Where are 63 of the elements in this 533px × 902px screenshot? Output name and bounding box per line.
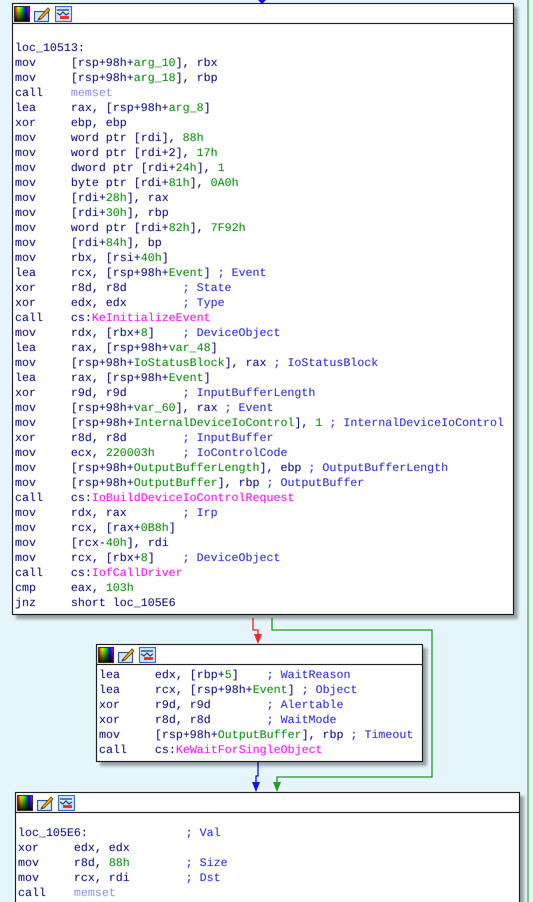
- code-line: lea rax, [rsp+98h+var_48]: [15, 341, 219, 356]
- code-line: call memset: [18, 886, 117, 901]
- code-line: mov rbx, [rsi+40h]: [15, 251, 170, 266]
- code-line: mov [rsp+98h+var_60], rax ; Event: [15, 401, 274, 416]
- code-line: mov rcx, [rax+0B8h]: [15, 521, 177, 536]
- pencil-icon[interactable]: [37, 794, 54, 810]
- code-line: mov word ptr [rdi+2], 17h: [15, 146, 219, 161]
- code-line: mov [rsp+98h+OutputBufferLength], ebp ; OutputBufferLength: [15, 461, 450, 476]
- code-line: lea rax, [rsp+98h+arg_8]: [15, 101, 212, 116]
- code-line: mov [rsp+98h+InternalDeviceIoControl], 1 ; InternalDeviceIoControl: [15, 416, 506, 431]
- graph-node[interactable]: [12, 3, 514, 615]
- graph-node[interactable]: lea edx, [rbp+5] ; WaitReason lea rcx, [rsp+98h+Event] ; Object xor r9d, r9d ; Alertable xor r8d, r8d ; WaitMode mov [rsp+98h+OutputBuffer], rbp ; Timeout call cs:KeWaitForSingleObject: [96, 644, 423, 762]
- edge-arrow: [252, 762, 260, 792]
- code-line: mov ecx, 220003h ; IoControlCode: [15, 446, 288, 461]
- color-palette-icon[interactable]: [14, 6, 30, 22]
- code-line: mov r8d, 88h ; Size: [18, 856, 229, 871]
- code-line: mov [rsp+98h+OutputBuffer], rbp ; Timeout: [99, 728, 414, 743]
- code-line: call cs:IofCallDriver: [15, 566, 184, 581]
- pencil-icon[interactable]: [34, 6, 51, 22]
- code-line: mov rcx, [rbx+8] ; DeviceObject: [15, 551, 282, 566]
- code-label: loc_105E6: ; Val: [18, 826, 222, 841]
- color-palette-icon[interactable]: [17, 794, 33, 810]
- graph-icon[interactable]: [139, 646, 156, 662]
- code-line: xor r8d, r8d ; State: [15, 281, 233, 296]
- code-line: lea rax, [rsp+98h+Event]: [15, 371, 212, 386]
- code-line: mov [rsp+98h+OutputBuffer], rbp ; OutputBuffer: [15, 476, 366, 491]
- code-line: mov [rdi+28h], rax: [15, 191, 170, 206]
- code-line: xor ebp, ebp: [15, 116, 128, 131]
- code-line: mov rdx, [rbx+8] ; DeviceObject: [15, 326, 282, 341]
- code-line: jnz short loc_105E6: [15, 596, 177, 611]
- code-line: mov rcx, rdi ; Dst: [18, 871, 222, 886]
- code-line: mov byte ptr [rdi+81h], 0A0h: [15, 176, 240, 191]
- code-line: call memset: [15, 86, 114, 101]
- code-line: mov [rsp+98h+arg_18], rbp: [15, 71, 219, 86]
- graph-node[interactable]: loc_105E6: ; Val xor edx, edx mov r8d, 88h ; Size mov rcx, rdi ; Dst call memset: [15, 792, 520, 902]
- code-line: mov [rdi+30h], rbp: [15, 206, 170, 221]
- code-line: xor r9d, r9d ; Alertable: [99, 698, 344, 713]
- code-line: mov rdx, rax ; Irp: [15, 506, 219, 521]
- code-line: xor edx, edx ; Type: [15, 296, 226, 311]
- code-line: call cs:KeInitializeEvent: [15, 311, 212, 326]
- graph-icon[interactable]: [55, 6, 72, 22]
- code-line: lea rcx, [rsp+98h+Event] ; Object: [99, 683, 358, 698]
- code-line: call cs:KeWaitForSingleObject: [99, 743, 324, 758]
- code-line: xor r9d, r9d ; InputBufferLength: [15, 386, 316, 401]
- code-line: mov [rdi+84h], bp: [15, 236, 163, 251]
- code-line: mov [rcx-40h], rdi: [15, 536, 170, 551]
- color-palette-icon[interactable]: [98, 646, 114, 662]
- code-line: mov word ptr [rdi], 88h: [15, 131, 205, 146]
- code-line: lea rcx, [rsp+98h+Event] ; Event: [15, 266, 268, 281]
- code-line: xor r8d, r8d ; WaitMode: [99, 713, 338, 728]
- code-line: mov [rsp+98h+IoStatusBlock], rax ; IoStatusBlock: [15, 356, 380, 371]
- code-line: lea edx, [rbp+5] ; WaitReason: [99, 668, 352, 683]
- code-line: call cs:IoBuildDeviceIoControlRequest: [15, 491, 296, 506]
- code-label: loc_10513:: [15, 41, 86, 56]
- code-line: mov word ptr [rdi+82h], 7F92h: [15, 221, 247, 236]
- code-line: mov dword ptr [rdi+24h], 1: [15, 161, 226, 176]
- edge-arrow: [252, 618, 262, 644]
- code-line: cmp eax, 103h: [15, 581, 135, 596]
- code-line: mov [rsp+98h+arg_10], rbx: [15, 56, 219, 71]
- code-line: xor r8d, r8d ; InputBuffer: [15, 431, 274, 446]
- pencil-icon[interactable]: [118, 646, 135, 662]
- graph-icon[interactable]: [58, 794, 75, 810]
- code-line: xor edx, edx: [18, 841, 131, 856]
